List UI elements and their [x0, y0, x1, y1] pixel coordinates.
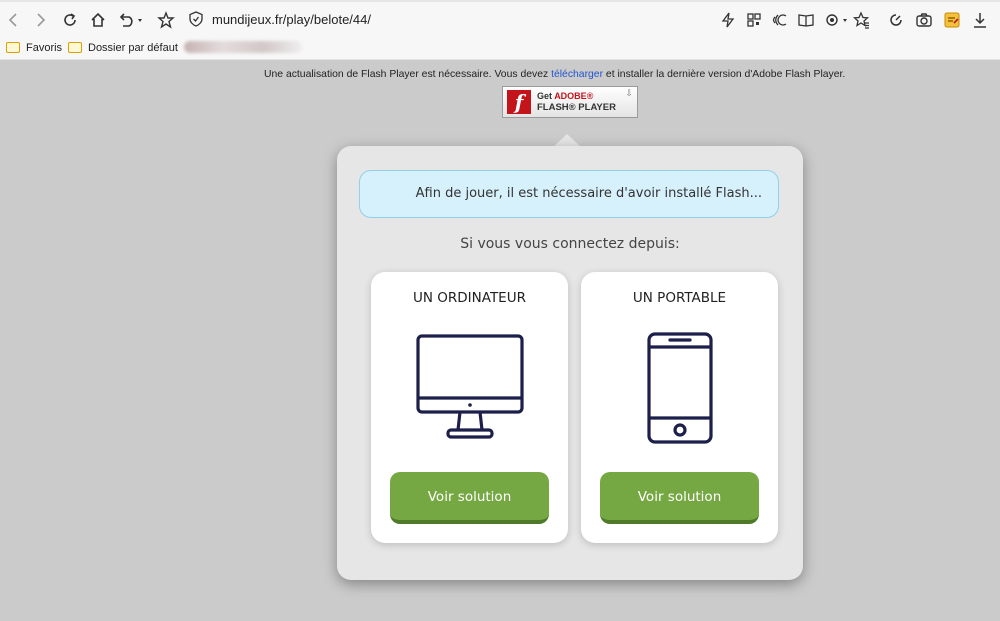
voir-solution-button[interactable]: Voir solution	[600, 472, 759, 524]
info-banner: Afin de jouer, il est nécessaire d'avoir…	[359, 170, 779, 218]
blurred-bookmark[interactable]	[184, 41, 302, 53]
undo-icon[interactable]	[116, 10, 146, 30]
download-arrow-icon: ⇩	[625, 89, 633, 99]
bookmarks-bar: Favoris Dossier par défaut	[0, 36, 1000, 60]
lightning-icon[interactable]	[718, 10, 738, 30]
extensions-icon[interactable]	[822, 10, 852, 30]
message-text: Une actualisation de Flash Player est né…	[264, 69, 552, 80]
flash-badge-line1: Get ADOBE®	[537, 91, 593, 101]
flash-update-message: Une actualisation de Flash Player est né…	[264, 69, 845, 80]
download-icon[interactable]	[970, 10, 990, 30]
performance-icon[interactable]	[886, 10, 906, 30]
browser-toolbar: mundijeux.fr/play/belote/44/	[0, 0, 1000, 36]
download-link[interactable]: télécharger	[551, 69, 603, 80]
read-aloud-icon[interactable]	[768, 10, 792, 30]
bookmark-favoris[interactable]: Favoris	[6, 40, 62, 56]
device-prompt: Si vous vous connectez depuis:	[460, 236, 680, 252]
smartphone-icon	[581, 330, 778, 450]
desktop-computer-icon	[371, 330, 568, 450]
badge-get: Get	[537, 91, 553, 101]
back-icon[interactable]	[4, 10, 24, 30]
folder-icon	[68, 42, 82, 53]
flash-badge-line2: FLASH® PLAYER	[537, 102, 616, 113]
notes-icon[interactable]	[942, 10, 962, 30]
url-text: mundijeux.fr/play/belote/44/	[212, 12, 371, 27]
qr-icon[interactable]	[744, 10, 764, 30]
bookmark-dossier-par-defaut[interactable]: Dossier par défaut	[68, 40, 178, 56]
flash-logo-icon: f	[507, 90, 531, 114]
shield-icon	[189, 11, 203, 27]
badge-adobe: ADOBE®	[554, 91, 594, 101]
bookmark-label: Dossier par défaut	[88, 42, 178, 54]
forward-icon[interactable]	[30, 10, 50, 30]
reload-icon[interactable]	[60, 10, 80, 30]
get-flash-player-button[interactable]: f Get ADOBE® FLASH® PLAYER ⇩	[502, 86, 638, 118]
voir-solution-button[interactable]: Voir solution	[390, 472, 549, 524]
card-mobile: UN PORTABLE Voir solution	[581, 272, 778, 543]
favorites-icon[interactable]	[852, 10, 872, 30]
address-bar[interactable]: mundijeux.fr/play/belote/44/	[188, 8, 371, 32]
card-title: UN ORDINATEUR	[413, 290, 526, 306]
message-text: et installer la dernière version d'Adobe…	[603, 69, 846, 80]
screenshot-icon[interactable]	[914, 10, 934, 30]
card-computer: UN ORDINATEUR Voir solution	[371, 272, 568, 543]
folder-icon	[6, 42, 20, 53]
card-title: UN PORTABLE	[632, 290, 727, 306]
reader-icon[interactable]	[796, 10, 816, 30]
bookmark-label: Favoris	[26, 42, 63, 54]
flash-help-modal: Afin de jouer, il est nécessaire d'avoir…	[337, 146, 803, 580]
home-icon[interactable]	[88, 10, 108, 30]
favorite-star-icon[interactable]	[156, 10, 176, 30]
